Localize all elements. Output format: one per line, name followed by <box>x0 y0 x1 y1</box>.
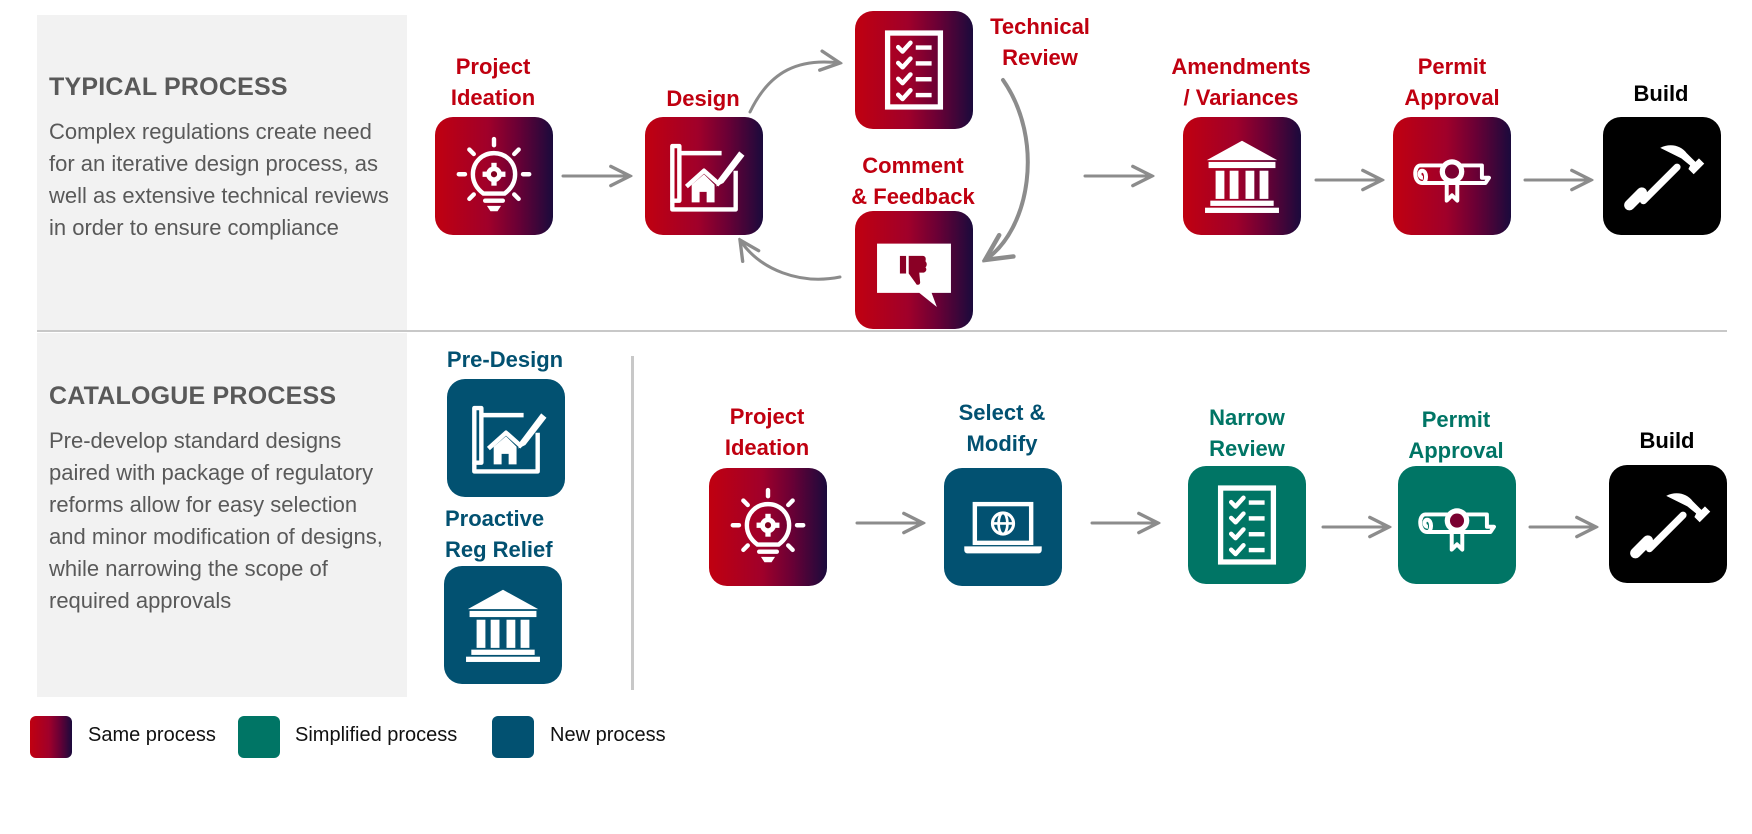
step-label-design: Design <box>666 83 739 114</box>
label-line-1: Permit <box>1421 407 1491 432</box>
label-line-1: Project <box>455 54 531 79</box>
label-line-2: & Feedback <box>851 184 975 209</box>
arrow-comment-to-design <box>740 240 842 281</box>
checklist-icon <box>1203 481 1291 569</box>
label-line-1: Proactive <box>445 506 545 531</box>
diploma-certificate-icon <box>1413 481 1501 569</box>
diploma-certificate-icon <box>1408 132 1496 220</box>
label-line-1: Design <box>666 86 740 111</box>
step-label-permit-approval: Permit Approval <box>1404 51 1499 113</box>
step-pre-design[interactable] <box>447 379 565 497</box>
label-line-2: Approval <box>1404 85 1500 110</box>
step-comment-feedback[interactable] <box>855 211 973 329</box>
thumbs-down-comment-icon <box>870 226 958 314</box>
label-line-1: Technical <box>990 14 1090 39</box>
step-label-project-ideation: Project Ideation <box>451 51 535 113</box>
step-label-build-catalogue: Build <box>1640 425 1695 456</box>
step-label-build: Build <box>1634 78 1689 109</box>
label-line-2: / Variances <box>1183 85 1299 110</box>
label-line-2: Review <box>1002 45 1078 70</box>
label-line-1: Comment <box>862 153 964 178</box>
label-line-1: Permit <box>1417 54 1487 79</box>
step-build[interactable] <box>1603 117 1721 235</box>
label-line-2: Ideation <box>724 435 810 460</box>
step-select-modify[interactable] <box>944 468 1062 586</box>
legend-label-new-process: New process <box>550 724 666 746</box>
legend-swatch-new-process <box>492 716 534 758</box>
step-label-project-ideation-catalogue: Project Ideation <box>725 401 809 463</box>
lightbulb-gear-icon <box>724 483 812 571</box>
arrow-technical-review-to-comment <box>985 78 1030 260</box>
step-design[interactable] <box>645 117 763 235</box>
government-building-icon <box>459 581 547 669</box>
laptop-globe-icon <box>959 483 1047 571</box>
arrow-design-to-technical-review <box>748 62 840 114</box>
step-project-ideation[interactable] <box>435 117 553 235</box>
step-label-technical-review: Technical Review <box>990 11 1090 73</box>
label-line-1: Build <box>1639 428 1695 453</box>
legend-label-same-process: Same process <box>88 724 216 746</box>
label-line-2: Approval <box>1408 438 1504 463</box>
label-line-1: Pre-Design <box>446 347 564 372</box>
hammer-icon <box>1618 132 1706 220</box>
blueprint-house-icon <box>462 394 550 482</box>
step-label-proactive-reg-relief: Proactive Reg Relief <box>445 503 553 565</box>
step-narrow-review[interactable] <box>1188 466 1306 584</box>
step-build-catalogue[interactable] <box>1609 465 1727 583</box>
step-label-comment-feedback: Comment & Feedback <box>851 150 975 212</box>
label-line-1: Amendments <box>1171 54 1311 79</box>
legend-swatch-same-process <box>30 716 72 758</box>
step-permit-approval[interactable] <box>1393 117 1511 235</box>
blueprint-house-icon <box>660 132 748 220</box>
step-label-permit-approval-catalogue: Permit Approval <box>1408 404 1503 466</box>
label-line-1: Project <box>729 404 805 429</box>
label-line-2: Ideation <box>450 85 536 110</box>
step-proactive-reg-relief[interactable] <box>444 566 562 684</box>
government-building-icon <box>1198 132 1286 220</box>
step-permit-approval-catalogue[interactable] <box>1398 466 1516 584</box>
step-label-select-modify: Select & Modify <box>959 397 1046 459</box>
step-project-ideation-catalogue[interactable] <box>709 468 827 586</box>
label-line-1: Select & <box>958 400 1046 425</box>
step-technical-review[interactable] <box>855 11 973 129</box>
legend-swatch-simplified-process <box>238 716 280 758</box>
checklist-icon <box>870 26 958 114</box>
step-label-pre-design: Pre-Design <box>447 344 563 375</box>
step-label-narrow-review: Narrow Review <box>1209 402 1285 464</box>
lightbulb-gear-icon <box>450 132 538 220</box>
legend-label-simplified-process: Simplified process <box>295 724 458 746</box>
label-line-1: Build <box>1633 81 1689 106</box>
step-label-amendments-variances: Amendments / Variances <box>1171 51 1310 113</box>
label-line-2: Review <box>1209 436 1285 461</box>
label-line-1: Narrow <box>1209 405 1285 430</box>
label-line-2: Modify <box>966 431 1038 456</box>
hammer-icon <box>1624 480 1712 568</box>
label-line-2: Reg Relief <box>445 537 553 562</box>
step-amendments-variances[interactable] <box>1183 117 1301 235</box>
